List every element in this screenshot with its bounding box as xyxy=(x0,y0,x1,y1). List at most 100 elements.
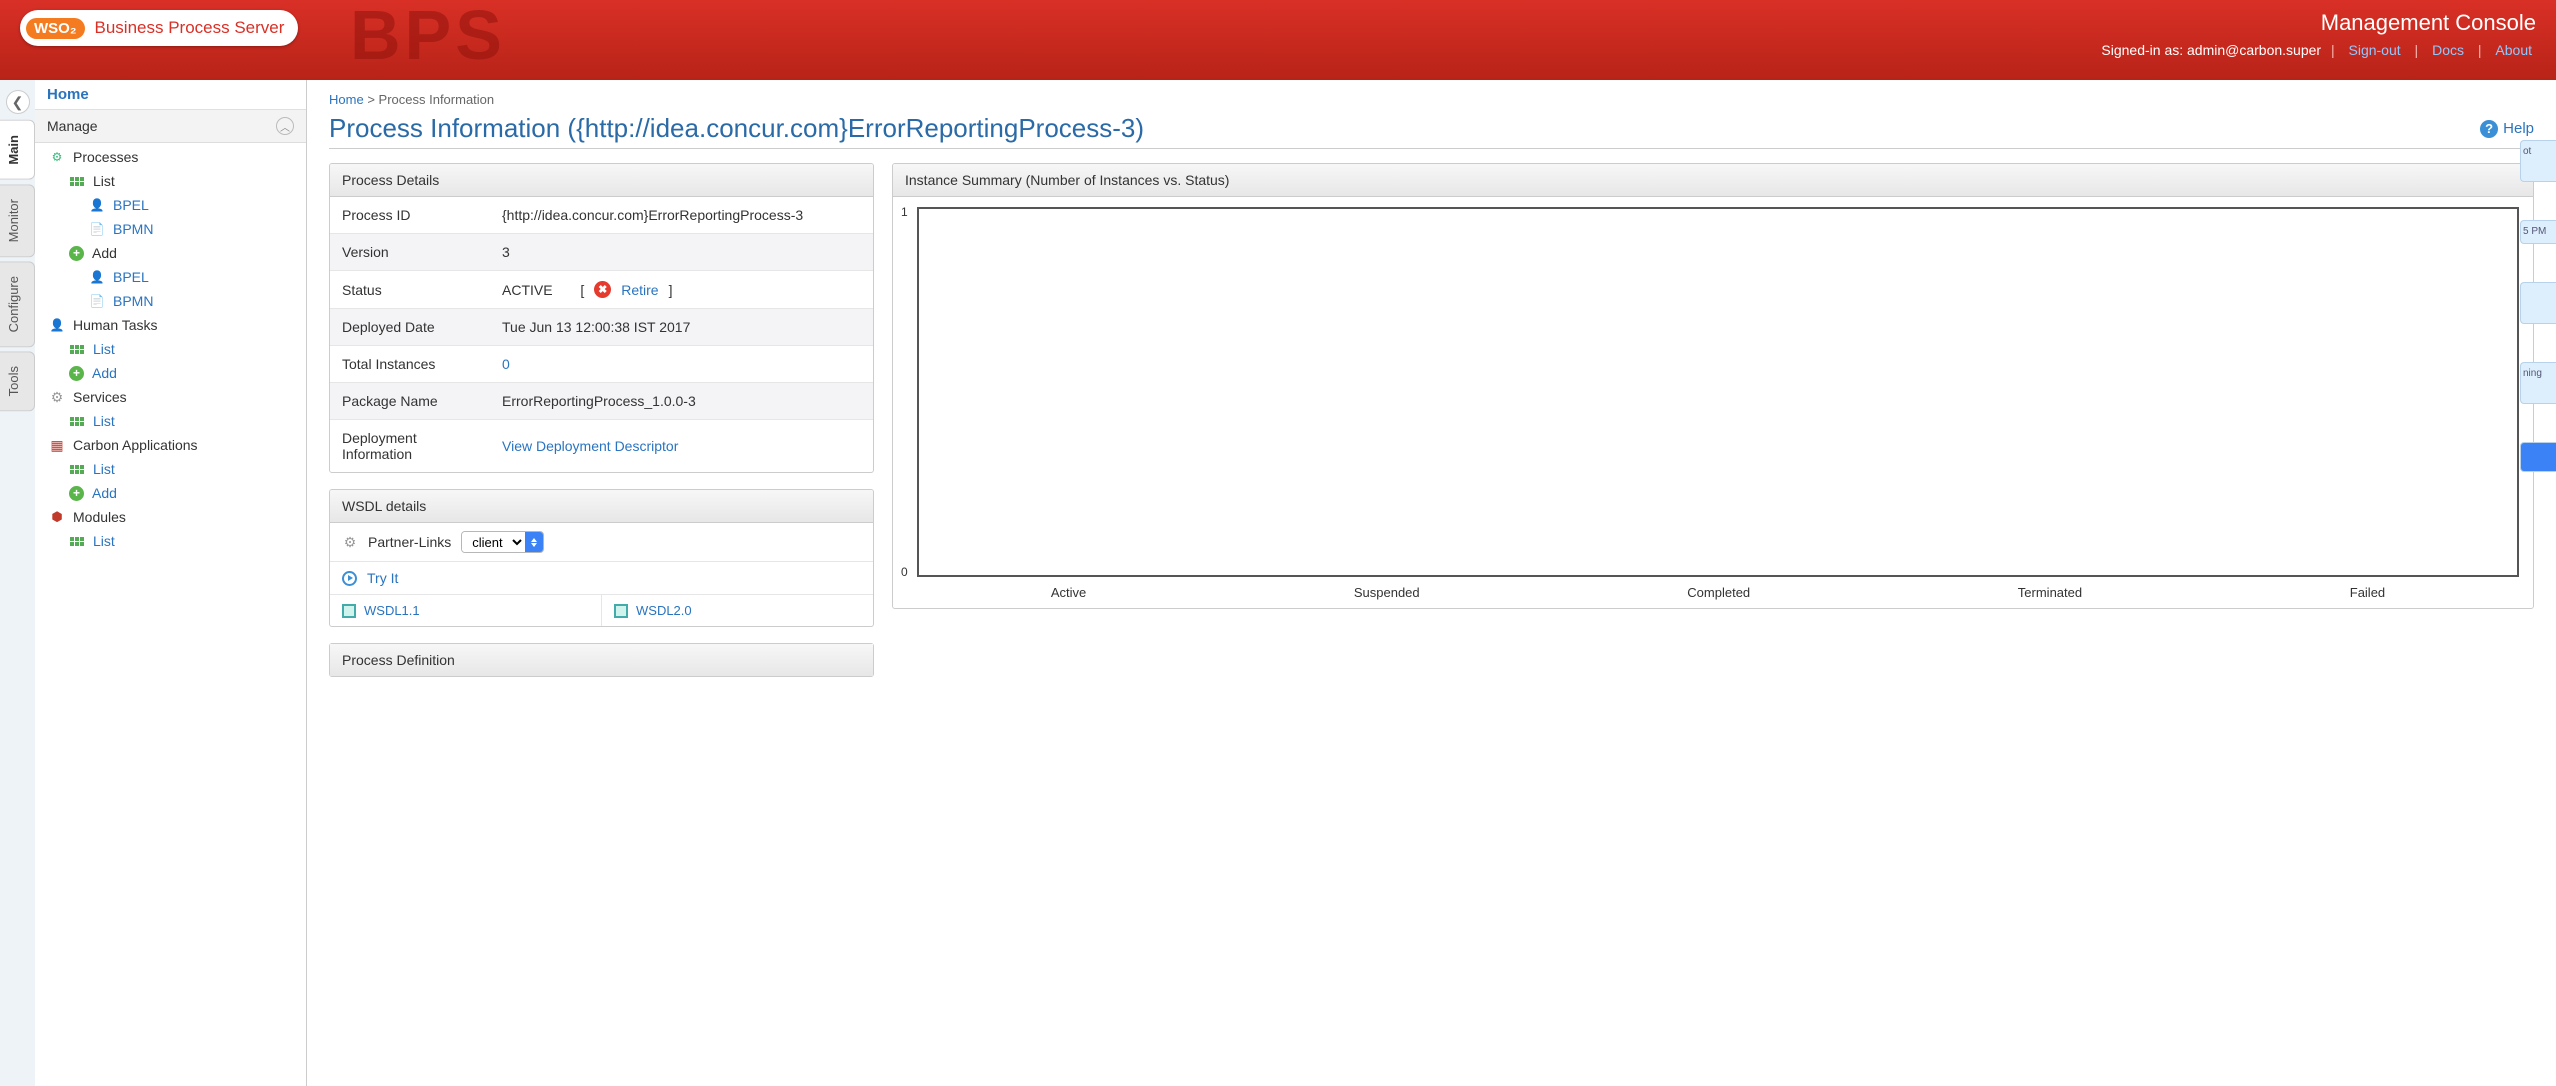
version-value: 3 xyxy=(490,234,873,271)
tree-label: Add xyxy=(92,245,117,261)
deployment-descriptor-link[interactable]: View Deployment Descriptor xyxy=(502,438,678,454)
add-icon: + xyxy=(69,366,84,381)
wsdl-icon xyxy=(342,604,356,618)
wsdl11-cell[interactable]: WSDL1.1 xyxy=(330,595,602,626)
sidebar-item-processes[interactable]: Processes xyxy=(35,145,306,169)
wsdl20-cell[interactable]: WSDL2.0 xyxy=(602,595,873,626)
wsdl-icon xyxy=(614,604,628,618)
signed-in-user: admin@carbon.super xyxy=(2187,42,2321,58)
gear-icon xyxy=(342,534,358,550)
console-title: Management Console xyxy=(2101,10,2536,36)
try-it-link[interactable]: Try It xyxy=(367,570,398,586)
process-details-table: Process ID {http://idea.concur.com}Error… xyxy=(330,197,873,472)
about-link[interactable]: About xyxy=(2495,42,2532,58)
tree-label: List xyxy=(93,533,115,549)
tree-label: List xyxy=(93,173,115,189)
tree-label: BPEL xyxy=(113,197,149,213)
x-tick: Active xyxy=(1051,585,1086,600)
breadcrumb-home[interactable]: Home xyxy=(329,92,364,107)
gear-icon xyxy=(49,389,65,405)
logo-text: Business Process Server xyxy=(95,18,285,38)
tree-label: Modules xyxy=(73,509,126,525)
page-title: Process Information ({http://idea.concur… xyxy=(329,113,1144,144)
sidebar-item-bpel-add[interactable]: BPEL xyxy=(35,265,306,289)
docs-link[interactable]: Docs xyxy=(2432,42,2464,58)
y-tick: 0 xyxy=(901,565,908,579)
total-instances-link[interactable]: 0 xyxy=(502,356,510,372)
bpel-icon xyxy=(89,197,105,213)
sidebar-item-bpmn-add[interactable]: BPMN xyxy=(35,289,306,313)
bpel-icon xyxy=(89,269,105,285)
tree-label: BPMN xyxy=(113,221,153,237)
deployed-label: Deployed Date xyxy=(330,309,490,346)
sidebar-item-carbon-apps[interactable]: Carbon Applications xyxy=(35,433,306,457)
chart-x-axis: Active Suspended Completed Terminated Fa… xyxy=(917,585,2519,600)
sidebar-item-services-list[interactable]: List xyxy=(35,409,306,433)
wsdl20-link[interactable]: WSDL2.0 xyxy=(636,603,692,618)
sidebar-item-bpmn-list[interactable]: BPMN xyxy=(35,217,306,241)
sidebar-item-list-processes[interactable]: List xyxy=(35,169,306,193)
table-row: Version 3 xyxy=(330,234,873,271)
sidebar-item-bpel-list[interactable]: BPEL xyxy=(35,193,306,217)
sidebar-item-human-tasks-add[interactable]: + Add xyxy=(35,361,306,385)
try-it-row[interactable]: Try It xyxy=(330,562,873,595)
deployed-value: Tue Jun 13 12:00:38 IST 2017 xyxy=(490,309,873,346)
sidebar-section-label: Manage xyxy=(47,118,98,134)
x-tick: Terminated xyxy=(2018,585,2082,600)
sidebar-item-modules-list[interactable]: List xyxy=(35,529,306,553)
tree-label: Add xyxy=(92,485,117,501)
retire-link[interactable]: Retire xyxy=(621,282,658,298)
tree-label: Carbon Applications xyxy=(73,437,198,453)
sidebar-item-carbon-apps-list[interactable]: List xyxy=(35,457,306,481)
pid-value: {http://idea.concur.com}ErrorReportingPr… xyxy=(490,197,873,234)
sidebar-home[interactable]: Home xyxy=(35,80,306,110)
header-right: Management Console Signed-in as: admin@c… xyxy=(2101,10,2536,58)
tree-label: BPEL xyxy=(113,269,149,285)
status-label: Status xyxy=(330,271,490,309)
tree-label: List xyxy=(93,413,115,429)
sidebar-item-modules[interactable]: Modules xyxy=(35,505,306,529)
table-row: Package Name ErrorReportingProcess_1.0.0… xyxy=(330,383,873,420)
wsdl11-link[interactable]: WSDL1.1 xyxy=(364,603,420,618)
sidebar-item-human-tasks[interactable]: Human Tasks xyxy=(35,313,306,337)
sidebar-section-manage[interactable]: Manage ︿ xyxy=(35,110,306,143)
instance-summary-panel: Instance Summary (Number of Instances vs… xyxy=(892,163,2534,609)
x-tick: Suspended xyxy=(1354,585,1420,600)
depinfo-label: Deployment Information xyxy=(330,420,490,473)
sidebar-item-add-processes[interactable]: + Add xyxy=(35,241,306,265)
sidebar-tree: Processes List BPEL BPMN + Add BPEL xyxy=(35,143,306,559)
sidebar: Home Manage ︿ Processes List BPEL BPMN xyxy=(35,80,307,1086)
process-details-panel: Process Details Process ID {http://idea.… xyxy=(329,163,874,473)
vtab-configure[interactable]: Configure xyxy=(0,261,35,347)
tree-label: List xyxy=(93,341,115,357)
vtab-main[interactable]: Main xyxy=(0,120,35,180)
add-icon: + xyxy=(69,246,84,261)
list-icon xyxy=(69,533,85,549)
vtab-tools[interactable]: Tools xyxy=(0,351,35,411)
partner-links-select-wrap[interactable]: client xyxy=(461,531,544,553)
bracket: [ xyxy=(580,282,584,298)
sidebar-item-carbon-apps-add[interactable]: + Add xyxy=(35,481,306,505)
sidebar-item-services[interactable]: Services xyxy=(35,385,306,409)
tree-label: Add xyxy=(92,365,117,381)
help-label: Help xyxy=(2503,120,2534,137)
header-bg-brand: BPS xyxy=(350,0,506,75)
wsdl-version-row: WSDL1.1 WSDL2.0 xyxy=(330,595,873,626)
signout-link[interactable]: Sign-out xyxy=(2349,42,2401,58)
vtab-monitor[interactable]: Monitor xyxy=(0,184,35,257)
help-link[interactable]: ? Help xyxy=(2480,120,2534,138)
version-label: Version xyxy=(330,234,490,271)
tree-label: Human Tasks xyxy=(73,317,158,333)
table-row: Process ID {http://idea.concur.com}Error… xyxy=(330,197,873,234)
table-row: Status ACTIVE [ ✖ Retire ] xyxy=(330,271,873,309)
logo-badge: WSO₂ xyxy=(26,18,85,39)
chevron-up-icon: ︿ xyxy=(276,117,294,135)
tree-label: Services xyxy=(73,389,127,405)
header-bar: BPS WSO₂ Business Process Server Managem… xyxy=(0,0,2556,80)
collapse-sidebar-button[interactable]: ❮ xyxy=(6,90,30,114)
logo[interactable]: WSO₂ Business Process Server xyxy=(20,10,298,46)
partner-links-select[interactable]: client xyxy=(462,532,525,552)
modules-icon xyxy=(49,509,65,525)
sidebar-item-human-tasks-list[interactable]: List xyxy=(35,337,306,361)
bracket: ] xyxy=(669,282,673,298)
